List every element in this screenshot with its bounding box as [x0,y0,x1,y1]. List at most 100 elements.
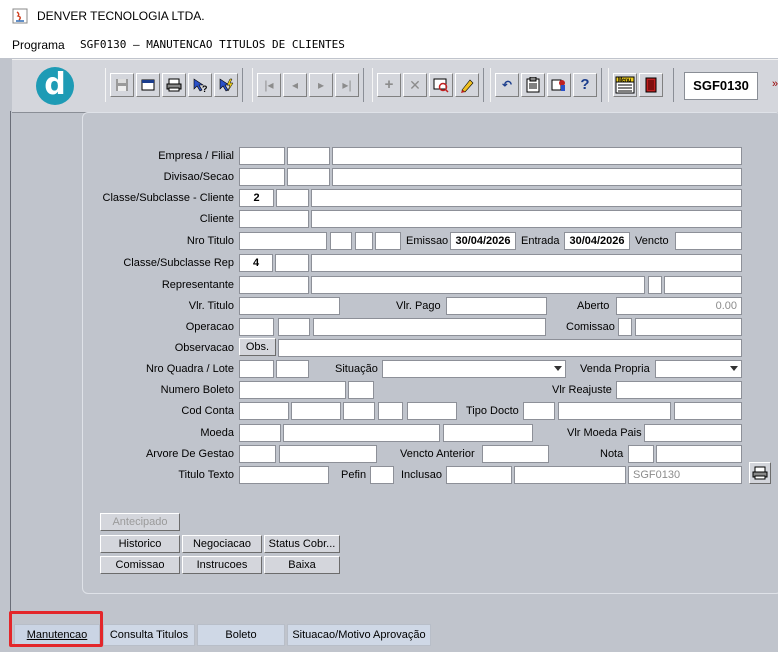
tab-boleto[interactable]: Boleto [197,624,285,646]
inclusao-program-field[interactable]: SGF0130 [628,466,742,484]
operacao-desc-field[interactable] [313,318,546,336]
obs-button[interactable]: Obs. [239,338,276,356]
cod-conta-field-4[interactable] [378,402,403,420]
exit-icon[interactable] [639,73,663,97]
query-icon[interactable] [429,73,453,97]
entrada-field[interactable]: 30/04/2026 [564,232,630,250]
help-icon[interactable]: ? [573,73,597,97]
subclasse-cliente-field[interactable] [276,189,309,207]
pefin-field[interactable] [370,466,394,484]
status-cobr-button[interactable]: Status Cobr... [264,535,340,553]
representante-label: Representante [161,279,234,291]
nota-field[interactable] [656,445,742,463]
print-icon[interactable] [162,73,186,97]
quadra-field[interactable] [239,360,274,378]
tipo-docto-code-field[interactable] [523,402,555,420]
menu-icon[interactable]: Menu [613,73,637,97]
vencto-field[interactable] [675,232,742,250]
titulo-seq-field[interactable] [375,232,401,250]
representante-code-field[interactable] [239,276,309,294]
nro-titulo-field[interactable] [239,232,327,250]
moeda-code-field[interactable] [239,424,281,442]
tipo-docto-label: Tipo Docto [466,405,519,417]
insert-record-icon[interactable]: + [377,73,401,97]
representante-flag-field[interactable] [648,276,662,294]
classe-cliente-desc-field[interactable] [311,189,742,207]
vlr-pago-field[interactable] [446,297,547,315]
cod-conta-field-5[interactable] [407,402,457,420]
subclasse-rep-field[interactable] [275,254,309,272]
clipboard-icon[interactable] [521,73,545,97]
undo-icon[interactable]: ↶ [495,73,519,97]
historico-button[interactable]: Historico [100,535,180,553]
toolbar-group-exit: Menu [608,68,674,102]
tipo-docto-desc-field[interactable] [558,402,671,420]
nota-serie-field[interactable] [628,445,654,463]
titulo-serie-field[interactable] [330,232,352,250]
aberto-label: Aberto [577,300,610,312]
arvore-gestao-code-field[interactable] [239,445,276,463]
representante-extra-field[interactable] [664,276,742,294]
situacao-select[interactable] [382,360,566,378]
vlr-moeda-pais-field[interactable] [644,424,742,442]
delete-record-icon[interactable]: ✕ [403,73,427,97]
baixa-button[interactable]: Baixa [264,556,340,574]
cliente-name-field[interactable] [311,210,742,228]
vlr-reajuste-field[interactable] [616,381,742,399]
secao-field[interactable] [287,168,330,186]
divisao-secao-desc-field[interactable] [332,168,742,186]
comissao-button[interactable]: Comissao [100,556,180,574]
moeda-extra-field[interactable] [443,424,533,442]
cod-conta-field-3[interactable] [343,402,375,420]
cod-conta-field-1[interactable] [239,402,289,420]
comissao-flag-field[interactable] [618,318,632,336]
filial-field[interactable] [287,147,330,165]
observacao-field[interactable] [278,339,742,357]
instrucoes-button[interactable]: Instrucoes [182,556,262,574]
tab-consulta-titulos[interactable]: Consulta Titulos [103,624,195,646]
operacao-code-field[interactable] [239,318,274,336]
classe-cliente-field[interactable]: 2 [239,189,274,207]
next-record-icon[interactable]: ▸ [309,73,333,97]
edit-icon[interactable] [455,73,479,97]
empresa-field[interactable] [239,147,285,165]
aberto-field[interactable]: 0.00 [616,297,742,315]
first-record-icon[interactable]: |◂ [257,73,281,97]
classe-rep-field[interactable]: 4 [239,254,273,272]
inclusao-user-field[interactable] [514,466,626,484]
empresa-filial-desc-field[interactable] [332,147,742,165]
help-pointer-icon[interactable]: ? [188,73,212,97]
titulo-texto-field[interactable] [239,466,329,484]
vencto-anterior-field[interactable] [482,445,549,463]
numero-boleto-field[interactable] [239,381,346,399]
antecipado-button[interactable]: Antecipado [100,513,180,531]
svg-text:?: ? [202,84,208,93]
classe-rep-desc-field[interactable] [311,254,742,272]
tipo-docto-extra-field[interactable] [674,402,742,420]
venda-propria-select[interactable] [655,360,742,378]
lote-field[interactable] [276,360,309,378]
previous-record-icon[interactable]: ◂ [283,73,307,97]
boleto-digito-field[interactable] [348,381,374,399]
emissao-field[interactable]: 30/04/2026 [450,232,516,250]
flash-icon[interactable] [214,73,238,97]
comissao-field[interactable] [635,318,742,336]
window-icon[interactable] [136,73,160,97]
vlr-titulo-field[interactable] [239,297,340,315]
representante-name-field[interactable] [311,276,645,294]
cliente-code-field[interactable] [239,210,309,228]
negociacao-button[interactable]: Negociacao [182,535,262,553]
moeda-desc-field[interactable] [283,424,440,442]
program-label: Programa [12,38,65,52]
save-icon[interactable] [110,73,134,97]
cod-conta-field-2[interactable] [291,402,341,420]
arvore-gestao-desc-field[interactable] [279,445,377,463]
last-record-icon[interactable]: ▸| [335,73,359,97]
user-key-icon[interactable] [547,73,571,97]
operacao-sub-field[interactable] [278,318,310,336]
divisao-field[interactable] [239,168,285,186]
titulo-parcela-field[interactable] [355,232,373,250]
tab-situacao-motivo[interactable]: Situacao/Motivo Aprovação [287,624,431,646]
inclusao-date-field[interactable] [446,466,512,484]
print-form-button[interactable] [749,462,771,484]
